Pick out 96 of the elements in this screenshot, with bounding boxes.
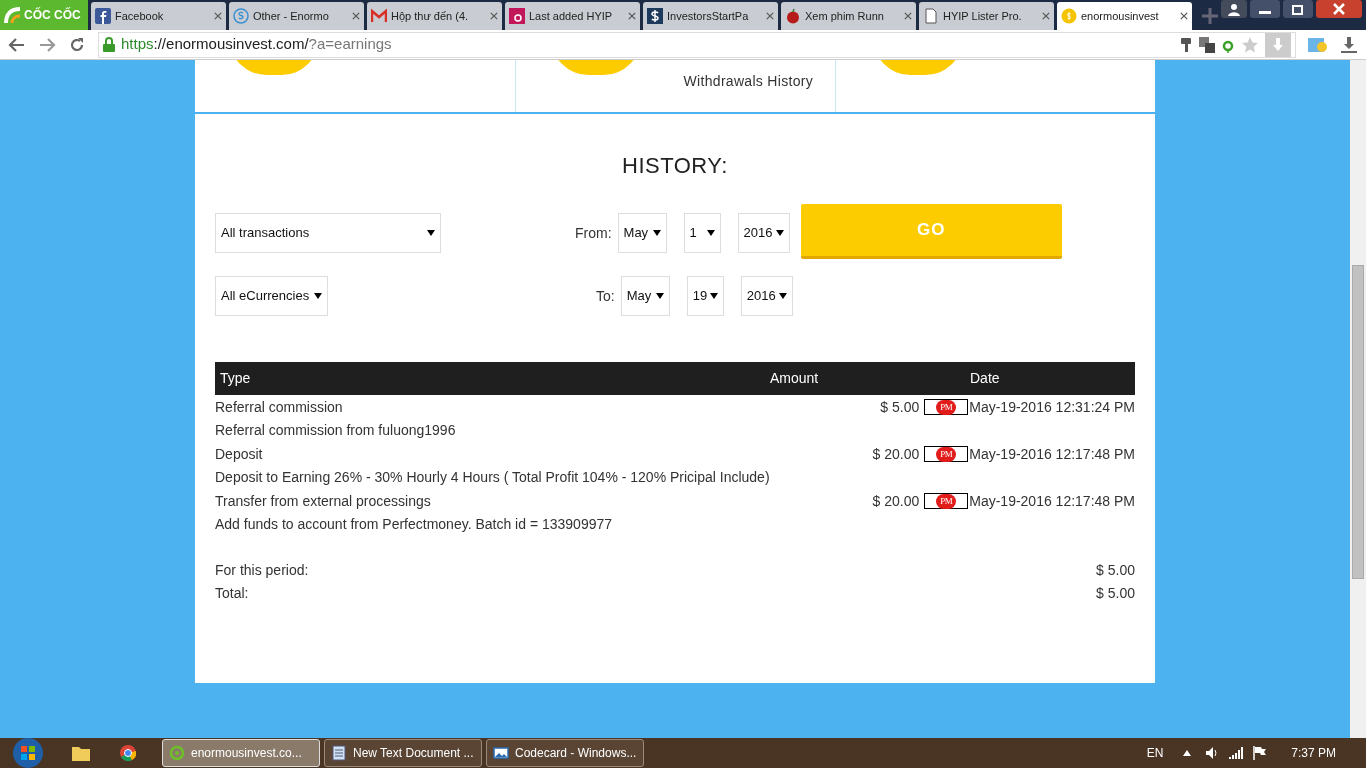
browser-tab[interactable]: Facebook (91, 2, 226, 30)
processor-badge: PM (936, 447, 957, 462)
from-label: From: (575, 223, 612, 243)
close-icon[interactable] (628, 12, 636, 20)
mail-icon (371, 8, 387, 24)
taskbar-window[interactable]: Codecard - Windows... (486, 739, 644, 767)
scrollbar[interactable] (1350, 60, 1366, 738)
browser-icon (169, 745, 185, 761)
browser-tab[interactable]: Last added HYIP (505, 2, 640, 30)
table-cell-text: Referral commission from fuluong1996 (215, 421, 457, 440)
star-icon[interactable] (1241, 35, 1259, 54)
table-cell-text: Deposit to Earning 26% - 30% Hourly 4 Hours ( Total Profit 104% - 120% Pricipal Include) (215, 468, 771, 487)
caret-icon (778, 292, 787, 300)
lock-icon (103, 37, 115, 52)
total-label: For this period: (215, 561, 309, 580)
table-cell-text: May-19-2016 12:17:48 PM (969, 491, 1135, 511)
close-icon[interactable] (766, 12, 774, 20)
download-icon (1271, 37, 1285, 52)
new-tab-icon[interactable] (1200, 6, 1220, 26)
processor-badge: PM (936, 400, 957, 415)
show-hidden-icon[interactable] (1183, 750, 1192, 756)
reload-icon[interactable] (68, 35, 86, 54)
picture-viewer-icon (493, 745, 509, 761)
user-icon[interactable] (1221, 0, 1247, 18)
table-cell-text: Transfer from external processings (215, 491, 432, 511)
close-icon[interactable] (1180, 12, 1188, 20)
taskbar-window[interactable]: enormousinvest.co... (162, 739, 320, 767)
month-select[interactable]: May (620, 276, 670, 316)
key-icon[interactable] (1179, 36, 1193, 53)
page-icon (923, 8, 939, 24)
clock[interactable]: 7:37 PM (1291, 744, 1336, 762)
day-select[interactable]: 19 (686, 276, 724, 316)
browser-tab[interactable]: Xem phim Runn (781, 2, 916, 30)
caret-icon (709, 292, 718, 300)
browser-tab[interactable]: Other - Enormo (229, 2, 364, 30)
caret-icon (655, 292, 664, 300)
restore-icon[interactable] (1283, 0, 1313, 18)
volume-icon[interactable] (1205, 746, 1220, 760)
table-cell-text: $ 20.00 (872, 491, 920, 511)
signal-icon[interactable] (1229, 747, 1244, 759)
table-cell-text: May-19-2016 12:31:24 PM (969, 397, 1135, 417)
total-label: Total: (215, 584, 249, 603)
scrollbar-thumb[interactable] (1352, 265, 1364, 579)
close-icon[interactable] (214, 12, 222, 20)
table-cell-text: May-19-2016 12:17:48 PM (969, 444, 1135, 464)
year-select[interactable]: 2016 (737, 213, 790, 253)
month-select[interactable]: May (617, 213, 667, 253)
taskbar-window[interactable]: New Text Document ... (324, 739, 482, 767)
caret-icon (652, 229, 661, 237)
coin-icon (1061, 8, 1077, 24)
close-icon[interactable] (352, 12, 360, 20)
close-icon[interactable] (904, 12, 912, 20)
back-icon[interactable] (8, 35, 26, 54)
total-value: $ 5.00 (1096, 561, 1135, 580)
flag-icon[interactable] (1253, 746, 1268, 760)
caret-icon (314, 292, 322, 300)
caret-icon (775, 229, 784, 237)
chrome-icon[interactable] (120, 745, 136, 761)
table-header: Type Amount Date (215, 362, 1135, 395)
translate-icon[interactable] (1199, 36, 1215, 53)
facebook-icon (95, 8, 111, 24)
table-cell-text: Deposit (215, 444, 264, 464)
close-icon[interactable] (490, 12, 498, 20)
square-icon (509, 8, 525, 24)
caret-icon (427, 229, 435, 237)
download-icon[interactable] (1340, 35, 1358, 54)
dollar-icon (647, 8, 663, 24)
table-cell-text: $ 20.00 (872, 444, 920, 464)
browser-tab[interactable]: enormousinvest (1057, 2, 1192, 30)
currency-select[interactable]: All eCurrencies (215, 276, 328, 316)
to-label: To: (596, 286, 615, 306)
close-window-icon[interactable] (1316, 0, 1362, 18)
table-cell-text: Add funds to account from Perfectmoney. Batch id = 133909977 (215, 515, 614, 534)
address-field[interactable]: https://enormousinvest.com/?a=earnings (98, 31, 1296, 58)
total-value: $ 5.00 (1096, 584, 1135, 603)
minimize-icon[interactable] (1250, 0, 1280, 18)
browser-tab[interactable]: HYIP Lister Pro. (919, 2, 1054, 30)
section-title: HISTORY: (621, 152, 729, 180)
table-cell-text: $ 5.00 (880, 397, 920, 417)
type-select[interactable]: All transactions (215, 213, 441, 253)
forward-icon[interactable] (38, 35, 56, 54)
table-cell-text: Referral commission (215, 397, 344, 417)
browser-tab[interactable]: InvestorsStartPa (643, 2, 778, 30)
year-select[interactable]: 2016 (740, 276, 793, 316)
day-select[interactable]: 1 (683, 213, 721, 253)
processor-badge: PM (936, 494, 957, 509)
apple-icon (785, 8, 801, 24)
logo-icon (2, 5, 22, 25)
notepad-icon (331, 745, 347, 761)
caret-icon (706, 229, 715, 237)
browser-tab[interactable]: Hộp thư đến (4. (367, 2, 502, 30)
language-indicator[interactable]: EN (1146, 744, 1164, 762)
close-icon[interactable] (1042, 12, 1050, 20)
coin-icon (233, 8, 249, 24)
folder-icon[interactable] (72, 745, 90, 761)
nav-link[interactable]: Withdrawals History (683, 71, 813, 89)
